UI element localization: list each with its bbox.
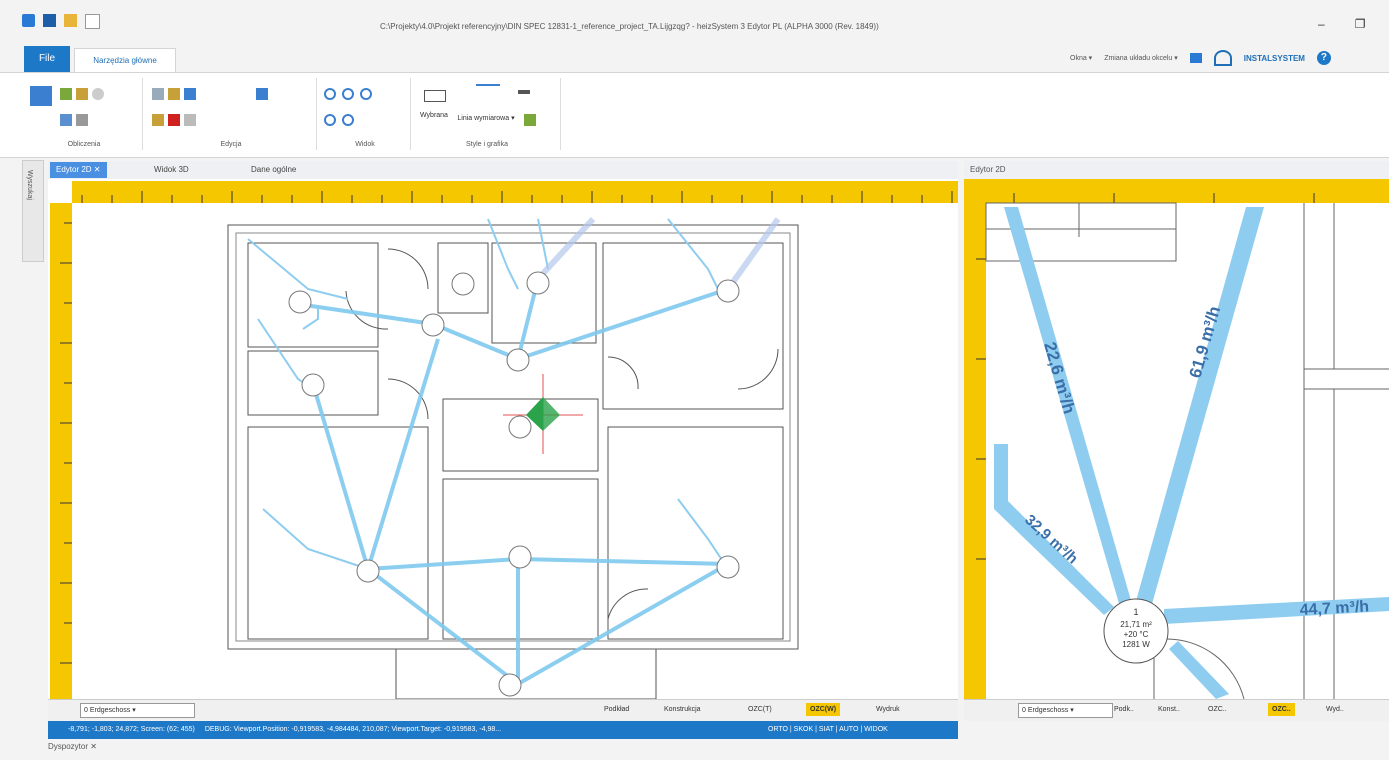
tab-home[interactable]: Narzędzia główne [74, 48, 176, 73]
ruler-ticks [81, 191, 953, 203]
move-icon[interactable] [256, 88, 268, 100]
ribbon-group-calculations: Obliczenia [26, 78, 143, 150]
group-label: Style i grafika [465, 141, 509, 148]
layout-icon[interactable] [1189, 53, 1202, 63]
zoom-window-icon[interactable] [360, 88, 372, 100]
undo-icon[interactable] [184, 88, 196, 100]
tab-ozc-t-right[interactable]: OZC.. [1208, 703, 1227, 716]
windows-menu[interactable]: Okna ▾ [1070, 54, 1092, 62]
sidebar-label: Wyszukaj [26, 170, 33, 200]
tab-file[interactable]: File [24, 46, 70, 72]
layout-menu[interactable]: Zmiana układu okcelu ▾ [1104, 54, 1178, 62]
tab-background-right[interactable]: Podk.. [1114, 703, 1134, 716]
level-select-right[interactable]: 0 Erdgeschoss ▾ [1018, 703, 1113, 718]
zoomed-plan-drawing[interactable]: 1 21,71 m² +20 °C 1281 W 22,6 m³/h 61,9 … [964, 179, 1389, 699]
group-label: Obliczenia [67, 141, 101, 148]
new-document-icon[interactable] [85, 14, 100, 29]
tab-general-data[interactable]: Dane ogólne [245, 162, 302, 178]
zoom-extents-icon[interactable] [342, 114, 354, 126]
circle-icon[interactable] [92, 88, 104, 100]
status-bar: -8,791; -1,803; 24,872; Screen: (62; 455… [48, 721, 958, 739]
grid-icon[interactable] [76, 88, 88, 100]
group-label: Edycja [220, 141, 242, 148]
right-view-title: Edytor 2D [970, 165, 1006, 174]
delete-icon[interactable] [168, 114, 180, 126]
ribbon-group-styles: Wybrana Linia wymiarowa ▾ Style i grafik… [414, 78, 561, 150]
vertical-ruler[interactable] [50, 203, 72, 699]
right-editor-viewport[interactable]: 1 21,71 m² +20 °C 1281 W 22,6 m³/h 61,9 … [964, 179, 1389, 699]
node-heat-load: 1281 W [1122, 640, 1150, 649]
window-title: C:\Projekty\4.0\Projekt referencyjny\DIN… [380, 22, 879, 31]
flow-label-4: 44,7 m³/h [1299, 598, 1369, 619]
level-select[interactable]: 0 Erdgeschoss ▾ [80, 703, 195, 718]
tab-construction[interactable]: Konstrukcja [664, 703, 701, 716]
ruler-ticks [60, 222, 72, 664]
node-number: 1 [1133, 607, 1138, 617]
app-icon [22, 14, 35, 27]
flow-label-1: 22,6 m³/h [1040, 340, 1079, 416]
tab-ozc-w[interactable]: OZC(W) [806, 703, 841, 716]
text-icon[interactable] [518, 90, 530, 94]
tab-editor-2d[interactable]: Edytor 2D ✕ [50, 162, 107, 178]
brand-name: INSTALSYSTEM [1243, 53, 1305, 63]
calculations-icon[interactable] [30, 86, 52, 106]
group-label: Widok [355, 141, 375, 148]
node-area: 21,71 m² [1120, 620, 1152, 629]
dimension-line-button[interactable]: Linia wymiarowa ▾ [456, 114, 516, 122]
ribbon-right-menu: Okna ▾ Zmiana układu okcelu ▾ INSTALSYST… [1070, 50, 1331, 66]
paste-icon[interactable] [168, 88, 180, 100]
select-icon[interactable] [184, 114, 196, 126]
horizontal-ruler[interactable] [72, 181, 958, 203]
cursor-crosshair-icon [503, 374, 583, 454]
tab-construction-right[interactable]: Konst.. [1158, 703, 1180, 716]
zoom-out-icon[interactable] [342, 88, 354, 100]
minimize-button[interactable]: – [1318, 17, 1325, 31]
report-icon[interactable] [60, 114, 72, 126]
print-icon[interactable] [64, 14, 77, 27]
save-icon[interactable] [43, 14, 56, 27]
dispatcher-panel-tab[interactable]: Dyspozytor ✕ [48, 742, 97, 751]
copy-icon[interactable] [152, 88, 164, 100]
quick-access-toolbar [22, 14, 100, 29]
tab-view-3d[interactable]: Widok 3D [148, 162, 195, 178]
maximize-button[interactable]: ❐ [1355, 17, 1366, 31]
selected-style-button[interactable]: Wybrana [420, 112, 448, 119]
tab-ozc-w-right[interactable]: OZC.. [1268, 703, 1295, 716]
status-modes[interactable]: ORTO | SKOK | SIAT | AUTO | WIDOK [768, 721, 888, 739]
node-temperature: +20 °C [1124, 630, 1149, 639]
editor-2d-viewport[interactable] [48, 179, 958, 699]
ribbon-group-edit: Edycja [146, 78, 317, 150]
ruler-icon[interactable] [76, 114, 88, 126]
help-icon[interactable]: ? [1316, 51, 1331, 65]
zoom-in-icon[interactable] [324, 88, 336, 100]
right-view-header [964, 161, 1389, 180]
color-icon[interactable] [524, 114, 536, 126]
frame-icon[interactable] [424, 90, 446, 102]
tab-print[interactable]: Wydruk [876, 703, 900, 716]
tab-background[interactable]: Podkład [604, 703, 629, 716]
brand-logo-icon [1213, 50, 1232, 66]
tab-print-right[interactable]: Wyd.. [1326, 703, 1344, 716]
status-coordinates: -8,791; -1,803; 24,872; Screen: (62; 455… [68, 726, 195, 733]
floor-plan-drawing[interactable] [48, 179, 958, 699]
status-debug: DEBUG: Viewport.Position: -0,919583, -4,… [204, 726, 502, 733]
zoom-all-icon[interactable] [324, 114, 336, 126]
window-controls: – ❐ [1318, 17, 1365, 31]
ribbon-group-view: Widok [320, 78, 411, 150]
dimension-line-icon[interactable] [476, 84, 500, 102]
tab-ozc-t[interactable]: OZC(T) [748, 703, 772, 716]
cut-icon[interactable] [152, 114, 164, 126]
layers-icon[interactable] [60, 88, 72, 100]
